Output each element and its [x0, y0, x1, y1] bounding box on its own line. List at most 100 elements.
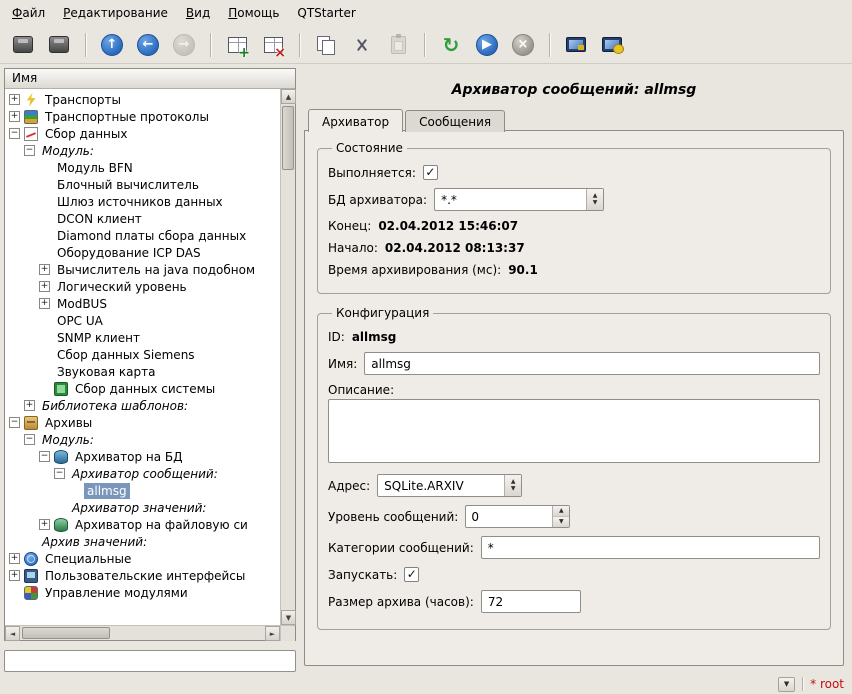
tree-item[interactable]: +Пользовательские интерфейсы — [5, 567, 280, 584]
tree-item[interactable]: −Архиватор на БД — [5, 448, 280, 465]
tree-item[interactable]: −Архиватор сообщений: — [5, 465, 280, 482]
message-categories-input[interactable] — [481, 536, 820, 559]
tree-item[interactable]: +ModBUS — [5, 295, 280, 312]
scroll-down-icon[interactable]: ▼ — [281, 610, 296, 625]
vision-button[interactable] — [597, 30, 627, 60]
tree-expander-icon[interactable]: + — [39, 298, 50, 309]
tree-item[interactable]: SNMP клиент — [5, 329, 280, 346]
up-level-button[interactable]: ↑ — [97, 30, 127, 60]
add-item-button[interactable]: + — [222, 30, 252, 60]
copy-button[interactable] — [311, 30, 341, 60]
tree-expander-icon[interactable]: + — [39, 264, 50, 275]
scroll-right-icon[interactable]: ► — [265, 626, 280, 641]
command-input[interactable] — [4, 650, 296, 672]
tree-item[interactable]: Модуль BFN — [5, 159, 280, 176]
address-combobox[interactable]: SQLite.ARXIV ▲▼ — [377, 474, 522, 497]
toolbar-separator — [85, 33, 86, 57]
tree-expander-icon[interactable]: + — [24, 400, 35, 411]
scroll-left-icon[interactable]: ◄ — [5, 626, 20, 641]
scrollbar-thumb[interactable] — [22, 627, 110, 639]
tree-vertical-scrollbar[interactable]: ▲ ▼ — [280, 89, 295, 625]
tree-item[interactable]: Архиватор значений: — [5, 499, 280, 516]
tree-expander-icon[interactable]: + — [9, 111, 20, 122]
tree-item[interactable]: allmsg — [5, 482, 280, 499]
tree-item[interactable]: Управление модулями — [5, 584, 280, 601]
menu-item-4[interactable]: QTStarter — [289, 2, 363, 24]
tree-item[interactable]: −Сбор данных — [5, 125, 280, 142]
tree-item[interactable]: −Модуль: — [5, 431, 280, 448]
statusbar-dropdown-icon[interactable]: ▼ — [778, 677, 795, 692]
tree-item[interactable]: +Логический уровень — [5, 278, 280, 295]
tree-item[interactable]: +Транспортные протоколы — [5, 108, 280, 125]
tree-item[interactable]: Архив значений: — [5, 533, 280, 550]
tree-expander-icon[interactable]: + — [39, 281, 50, 292]
tree-item[interactable]: Diamond платы сбора данных — [5, 227, 280, 244]
combo-arrows-icon[interactable]: ▲▼ — [586, 189, 603, 210]
tree-expander-icon[interactable]: + — [9, 553, 20, 564]
load-from-db-button[interactable] — [8, 30, 38, 60]
tree-item[interactable]: Звуковая карта — [5, 363, 280, 380]
tree-expander-icon[interactable]: − — [24, 145, 35, 156]
tree-item[interactable]: −Модуль: — [5, 142, 280, 159]
running-checkbox[interactable]: ✓ — [423, 165, 438, 180]
tab-messages[interactable]: Сообщения — [405, 110, 505, 132]
back-button[interactable]: ← — [133, 30, 163, 60]
archive-size-label: Размер архива (часов): — [328, 595, 474, 609]
tree-item[interactable]: +Специальные — [5, 550, 280, 567]
monitor-vision-icon — [602, 37, 622, 52]
description-textarea[interactable] — [328, 399, 820, 463]
scrollbar-track[interactable] — [281, 104, 295, 610]
tree-expander-icon[interactable]: − — [24, 434, 35, 445]
menu-item-2[interactable]: Вид — [178, 2, 218, 24]
name-label: Имя: — [328, 357, 357, 371]
start-button[interactable]: ▶ — [472, 30, 502, 60]
tree-item[interactable]: Шлюз источников данных — [5, 193, 280, 210]
save-to-db-button[interactable] — [44, 30, 74, 60]
state-group: Состояние Выполняется: ✓ БД архиватора: … — [317, 141, 831, 294]
archive-size-input[interactable] — [481, 590, 581, 613]
tree-item[interactable]: Оборудование ICP DAS — [5, 244, 280, 261]
scrollbar-thumb[interactable] — [282, 106, 294, 170]
refresh-button[interactable]: ↻ — [436, 30, 466, 60]
tree-item[interactable]: Блочный вычислитель — [5, 176, 280, 193]
tree-expander-icon[interactable]: + — [39, 519, 50, 530]
tree-item[interactable]: Сбор данных системы — [5, 380, 280, 397]
qtcfg-button[interactable] — [561, 30, 591, 60]
delete-item-button[interactable]: × — [258, 30, 288, 60]
forward-button[interactable]: → — [169, 30, 199, 60]
tree-expander-icon[interactable]: + — [9, 570, 20, 581]
menu-item-1[interactable]: Редактирование — [55, 2, 176, 24]
archiver-db-combobox[interactable]: *.* ▲▼ — [434, 188, 604, 211]
paste-button[interactable] — [383, 30, 413, 60]
tree-expander-icon[interactable]: − — [39, 451, 50, 462]
spin-up-icon[interactable]: ▲ — [553, 506, 569, 517]
message-level-spinbox[interactable]: ▲ ▼ — [465, 505, 570, 528]
spin-down-icon[interactable]: ▼ — [553, 517, 569, 527]
tree-expander-icon[interactable]: + — [9, 94, 20, 105]
combo-arrows-icon[interactable]: ▲▼ — [504, 475, 521, 496]
archiver-db-value: *.* — [435, 189, 586, 210]
menu-item-0[interactable]: Файл — [4, 2, 53, 24]
scrollbar-track[interactable] — [20, 626, 265, 640]
tree-item[interactable]: −Архивы — [5, 414, 280, 431]
stop-button[interactable]: × — [508, 30, 538, 60]
tree-horizontal-scrollbar[interactable]: ◄ ► — [5, 626, 280, 640]
cut-button[interactable] — [347, 30, 377, 60]
tree-item[interactable]: +Библиотека шаблонов: — [5, 397, 280, 414]
scroll-up-icon[interactable]: ▲ — [281, 89, 296, 104]
tab-archivator[interactable]: Архиватор — [308, 109, 403, 132]
menu-item-3[interactable]: Помощь — [220, 2, 287, 24]
tree-item[interactable]: OPC UA — [5, 312, 280, 329]
run-checkbox[interactable]: ✓ — [404, 567, 419, 582]
tree-item[interactable]: +Вычислитель на java подобном — [5, 261, 280, 278]
tree-item[interactable]: DCON клиент — [5, 210, 280, 227]
name-input[interactable] — [364, 352, 820, 375]
tree-item[interactable]: +Транспорты — [5, 91, 280, 108]
tree-expander-icon[interactable]: − — [9, 417, 20, 428]
tree-item[interactable]: +Архиватор на файловую си — [5, 516, 280, 533]
tree-item[interactable]: Сбор данных Siemens — [5, 346, 280, 363]
copy-icon — [317, 36, 335, 54]
tree-expander-icon[interactable]: − — [9, 128, 20, 139]
tree-expander-icon[interactable]: − — [54, 468, 65, 479]
message-level-input[interactable] — [466, 506, 552, 527]
